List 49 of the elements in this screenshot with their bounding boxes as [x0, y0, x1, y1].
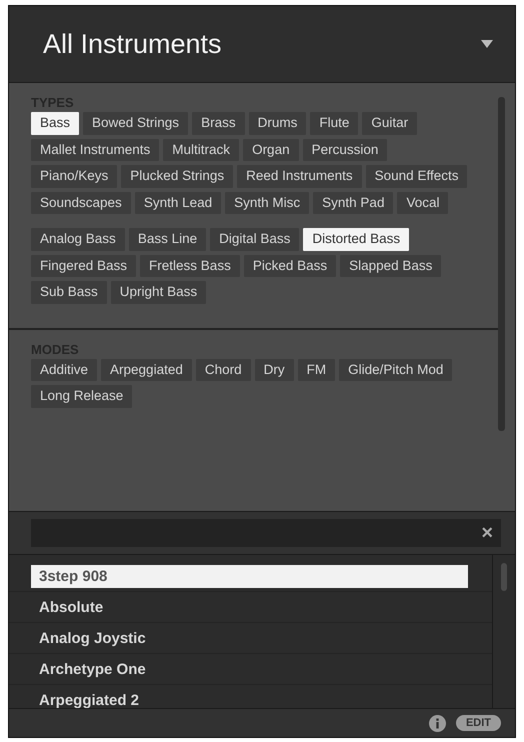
tag-chip[interactable]: Picked Bass	[244, 254, 336, 277]
tag-chip[interactable]: Bowed Strings	[83, 112, 188, 134]
result-item[interactable]: Arpeggiated 2	[31, 688, 468, 708]
tag-chip[interactable]: Sub Bass	[31, 281, 107, 304]
search-field[interactable]: ×	[31, 519, 501, 547]
edit-button[interactable]: EDIT	[456, 715, 501, 731]
tag-chip[interactable]: Analog Bass	[31, 228, 125, 250]
tag-chip[interactable]: Synth Pad	[313, 192, 394, 214]
tag-chip[interactable]: Vocal	[397, 192, 448, 214]
info-icon[interactable]	[428, 714, 446, 732]
tag-chip[interactable]: Upright Bass	[110, 281, 206, 304]
tag-chip[interactable]: Multitrack	[163, 138, 240, 161]
tag-chip[interactable]: Reed Instruments	[237, 165, 362, 188]
scrollbar[interactable]	[498, 97, 505, 431]
tag-chip[interactable]: Additive	[31, 358, 98, 381]
tag-chip[interactable]: Bass Line	[128, 228, 206, 250]
tag-chip[interactable]: Chord	[196, 358, 251, 381]
tag-chip[interactable]: Piano/Keys	[31, 165, 118, 188]
tag-chip[interactable]: Sound Effects	[366, 165, 468, 188]
tag-chip[interactable]: Organ	[243, 138, 299, 161]
panel-title[interactable]: All Instruments	[43, 28, 222, 60]
result-item[interactable]: 3step 908	[31, 564, 468, 588]
clear-button[interactable]: ×	[481, 522, 493, 544]
tag-chip[interactable]: Synth Misc	[225, 192, 310, 214]
dropdown-caret-icon[interactable]	[481, 40, 493, 48]
tag-chip[interactable]: Digital Bass	[210, 228, 300, 250]
tag-chip[interactable]: Soundscapes	[31, 192, 131, 214]
tag-chip[interactable]: Long Release	[31, 385, 132, 408]
tag-chip[interactable]: Drums	[248, 112, 306, 134]
tag-chip[interactable]: Brass	[192, 112, 245, 134]
tag-chip[interactable]: Synth Lead	[134, 192, 222, 214]
tag-chip[interactable]: Percussion	[302, 138, 388, 161]
result-item[interactable]: Analog Joystic	[31, 626, 468, 650]
scrollbar-thumb[interactable]	[501, 563, 507, 591]
tag-chip[interactable]: Slapped Bass	[340, 254, 442, 277]
tag-chip[interactable]: Fingered Bass	[31, 254, 136, 277]
tag-chip[interactable]: Guitar	[362, 112, 418, 134]
tag-chip[interactable]: Plucked Strings	[121, 165, 234, 188]
tag-chip[interactable]: Distorted Bass	[303, 228, 410, 250]
tag-chip[interactable]: Flute	[310, 112, 358, 134]
tag-chip[interactable]: FM	[298, 358, 336, 381]
tag-chip[interactable]: Dry	[254, 358, 294, 381]
tag-chip[interactable]: Glide/Pitch Mod	[339, 358, 452, 381]
result-item[interactable]: Absolute	[31, 596, 468, 618]
tag-chip[interactable]: Fretless Bass	[140, 254, 240, 277]
tag-chip[interactable]: Bass	[31, 112, 80, 134]
result-item[interactable]: Archetype One	[31, 658, 468, 680]
tag-chip[interactable]: Mallet Instruments	[31, 138, 160, 161]
tag-chip[interactable]: Arpeggiated	[101, 358, 192, 381]
